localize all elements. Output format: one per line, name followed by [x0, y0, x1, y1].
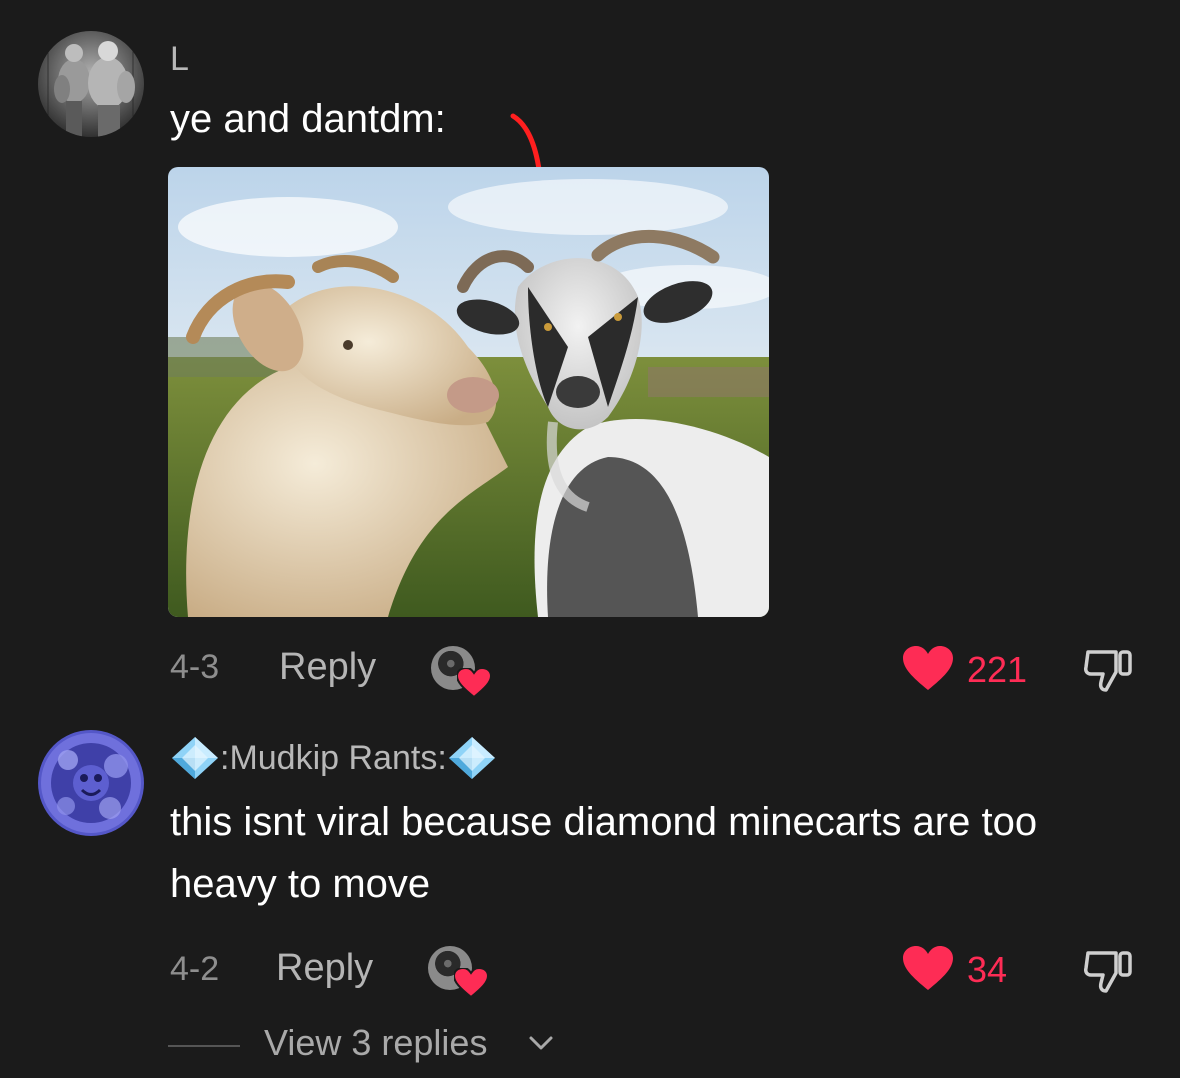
user-avatar[interactable] [38, 730, 144, 836]
view-replies-button[interactable]: View 3 replies [264, 1022, 487, 1064]
comment-item: L ye and dantdm: 4-3 Reply 221 [0, 0, 1180, 700]
username-text: :Mudkip Rants: [220, 738, 447, 777]
comments-page: L ye and dantdm: 4-3 Reply 221:Mudkip R… [0, 0, 1180, 1078]
like-count: 221 [967, 649, 1028, 690]
comment-text: this isnt viral because diamond minecart… [170, 800, 1038, 906]
comment-date: 4-3 [170, 648, 220, 686]
muscle-men-avatar-icon [38, 31, 144, 137]
comment-username[interactable]: :Mudkip Rants: [170, 735, 497, 781]
like-count: 34 [967, 949, 1008, 990]
diamond-gem-icon [448, 737, 495, 779]
creator-liked-avatar [428, 946, 488, 998]
dislike-icon[interactable] [1082, 642, 1134, 694]
dislike-icon[interactable] [1082, 943, 1134, 995]
creator-liked-avatar [431, 646, 491, 698]
two-goats-photo[interactable] [168, 167, 769, 617]
goats-image [168, 167, 769, 617]
reply-button[interactable]: Reply [279, 646, 376, 689]
diamond-gem-icon [172, 737, 218, 779]
comment-item: :Mudkip Rants: this isnt viral because d… [0, 700, 1180, 1078]
like-heart-icon[interactable] [903, 646, 953, 692]
like-heart-icon[interactable] [903, 946, 953, 992]
heart-badge-icon [454, 968, 488, 998]
comment-username[interactable]: L [170, 40, 189, 79]
replies-divider [168, 1045, 240, 1047]
comment-date: 4-2 [170, 950, 220, 988]
comment-text: ye and dantdm: [170, 97, 446, 141]
heart-badge-icon [457, 668, 491, 698]
user-avatar[interactable] [38, 31, 144, 137]
blue-mudkip-avatar-icon [38, 730, 144, 836]
reply-button[interactable]: Reply [276, 947, 373, 990]
chevron-down-icon[interactable] [528, 1033, 554, 1053]
